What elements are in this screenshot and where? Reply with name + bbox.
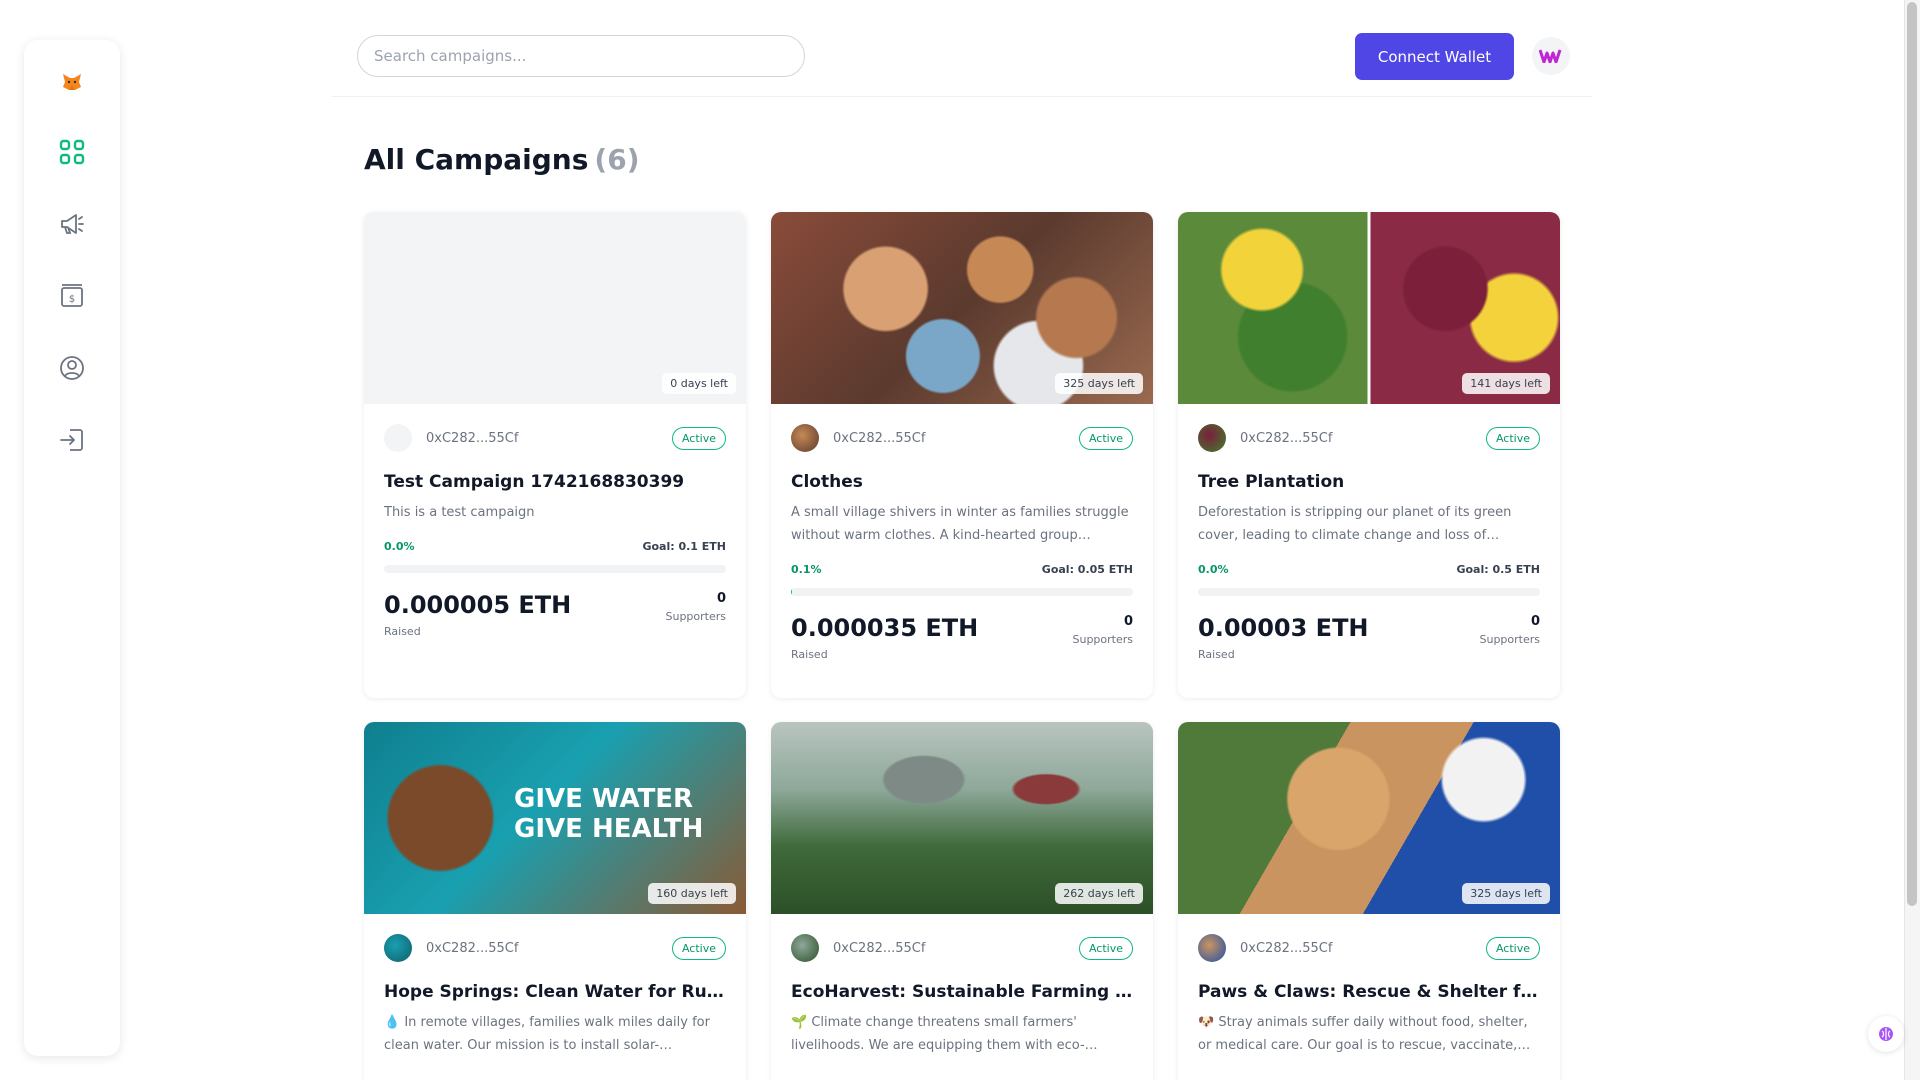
campaign-title: Tree Plantation [1198, 472, 1345, 492]
status-badge: Active [671, 426, 726, 450]
page-title: All Campaigns (6) [364, 143, 640, 176]
campaign-card[interactable]: 325 days left 0xC282...55Cf Active Cloth… [771, 212, 1153, 698]
campaign-image: 325 days left [771, 212, 1153, 404]
top-bar: Connect Wallet [332, 0, 1592, 97]
campaign-image: 0 days left [364, 212, 746, 404]
progress-percent: 0.0% [384, 540, 415, 553]
assistant-button[interactable] [1868, 1016, 1904, 1052]
owner-address: 0xC282...55Cf [426, 430, 519, 446]
campaign-card[interactable]: 141 days left 0xC282...55Cf Active Tree … [1178, 212, 1560, 698]
scrollbar[interactable] [1904, 0, 1920, 1080]
brain-icon [1879, 1027, 1893, 1041]
page-title-text: All Campaigns [364, 143, 589, 176]
progress-bar [384, 565, 726, 573]
campaign-title: Clothes [791, 472, 863, 492]
campaign-image: 262 days left [771, 722, 1153, 914]
owner-address: 0xC282...55Cf [833, 940, 926, 956]
sidebar-item-dashboard[interactable] [48, 128, 96, 176]
sidebar-item-payment[interactable]: $ [48, 272, 96, 320]
sidebar-item-profile[interactable] [48, 344, 96, 392]
campaign-description: This is a test campaign [384, 505, 535, 520]
owner-address: 0xC282...55Cf [426, 940, 519, 956]
status-badge: Active [1078, 936, 1133, 960]
dashboard-icon [59, 139, 85, 165]
scrollbar-thumb[interactable] [1907, 2, 1917, 906]
svg-text:$: $ [69, 294, 75, 305]
campaign-title: Paws & Claws: Rescue & Shelter for Str..… [1198, 982, 1540, 1002]
owner-address: 0xC282...55Cf [833, 430, 926, 446]
brand-logo-icon [1539, 49, 1562, 63]
raised-amount: 0.000035 ETH [791, 614, 979, 642]
connect-wallet-button[interactable]: Connect Wallet [1355, 33, 1514, 80]
campaign-card[interactable]: 0 days left 0xC282...55Cf Active Test Ca… [364, 212, 746, 698]
campaign-description: Deforestation is stripping our planet of… [1198, 505, 1512, 543]
days-left-badge: 325 days left [1462, 883, 1550, 904]
campaign-title: Test Campaign 1742168830399 [384, 472, 685, 492]
supporters-count: 0 [1530, 614, 1540, 629]
user-avatar[interactable] [1532, 37, 1570, 75]
days-left-badge: 325 days left [1055, 373, 1143, 394]
campaign-title: EcoHarvest: Sustainable Farming for... [791, 982, 1133, 1002]
campaign-card[interactable]: 262 days left 0xC282...55Cf Active EcoHa… [771, 722, 1153, 1080]
profile-icon [60, 356, 84, 380]
days-left-badge: 0 days left [662, 373, 736, 394]
image-caption: GIVE WATER GIVE HEALTH [514, 784, 704, 844]
raised-label: Raised [1198, 648, 1235, 661]
supporters-count: 0 [1123, 614, 1133, 629]
days-left-badge: 160 days left [648, 883, 736, 904]
sidebar-item-campaign[interactable] [48, 200, 96, 248]
campaign-card[interactable]: 325 days left 0xC282...55Cf Active Paws … [1178, 722, 1560, 1080]
owner-address: 0xC282...55Cf [1240, 940, 1333, 956]
fox-logo-icon[interactable] [48, 58, 96, 106]
owner-avatar [384, 934, 412, 962]
owner-address: 0xC282...55Cf [1240, 430, 1333, 446]
campaign-image: 141 days left [1178, 212, 1560, 404]
progress-bar [1198, 588, 1540, 596]
supporters-count: 0 [716, 591, 726, 606]
campaign-image: 325 days left [1178, 722, 1560, 914]
goal-amount: Goal: 0.1 ETH [642, 540, 726, 553]
progress-bar [791, 588, 1133, 596]
owner-avatar [1198, 424, 1226, 452]
raised-amount: 0.000005 ETH [384, 591, 572, 619]
goal-amount: Goal: 0.05 ETH [1041, 563, 1133, 576]
owner-avatar [791, 424, 819, 452]
campaign-description: 🐶 Stray animals suffer daily without foo… [1198, 1015, 1528, 1053]
progress-percent: 0.0% [1198, 563, 1229, 576]
owner-avatar [791, 934, 819, 962]
search-input[interactable] [357, 35, 805, 77]
progress-percent: 0.1% [791, 563, 822, 576]
status-badge: Active [671, 936, 726, 960]
goal-amount: Goal: 0.5 ETH [1456, 563, 1540, 576]
campaign-title: Hope Springs: Clean Water for Rural... [384, 982, 726, 1002]
status-badge: Active [1485, 936, 1540, 960]
megaphone-icon [61, 214, 84, 234]
raised-label: Raised [791, 648, 828, 661]
status-badge: Active [1485, 426, 1540, 450]
raised-label: Raised [384, 625, 421, 638]
sidebar-item-logout[interactable] [48, 416, 96, 464]
campaign-description: 🌱 Climate change threatens small farmers… [791, 1015, 1085, 1053]
days-left-badge: 262 days left [1055, 883, 1143, 904]
owner-avatar [384, 424, 412, 452]
supporters-label: Supporters [665, 610, 726, 623]
owner-avatar [1198, 934, 1226, 962]
logout-icon [60, 429, 83, 451]
campaign-image: GIVE WATER GIVE HEALTH 160 days left [364, 722, 746, 914]
campaign-count: (6) [594, 143, 640, 176]
supporters-label: Supporters [1072, 633, 1133, 646]
campaign-card[interactable]: GIVE WATER GIVE HEALTH 160 days left 0xC… [364, 722, 746, 1080]
payment-icon: $ [61, 284, 83, 307]
sidebar: $ [24, 40, 120, 1056]
supporters-label: Supporters [1479, 633, 1540, 646]
days-left-badge: 141 days left [1462, 373, 1550, 394]
status-badge: Active [1078, 426, 1133, 450]
campaign-description: A small village shivers in winter as fam… [791, 505, 1129, 543]
campaign-description: 💧 In remote villages, families walk mile… [384, 1015, 710, 1053]
raised-amount: 0.00003 ETH [1198, 614, 1369, 642]
